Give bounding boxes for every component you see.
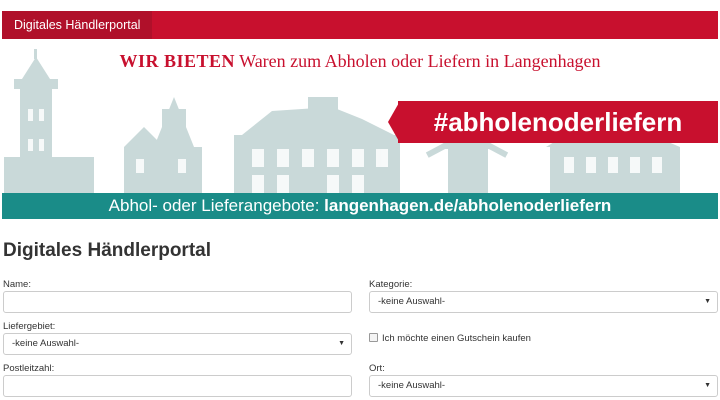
chevron-down-icon: ▼ <box>704 298 711 305</box>
name-input[interactable] <box>3 291 352 313</box>
category-label: Kategorie: <box>369 279 413 290</box>
name-label: Name: <box>3 279 31 290</box>
portal-title[interactable]: Digitales Händlerportal <box>2 11 153 39</box>
banner-headline-bold: WIR BIETEN <box>119 51 235 71</box>
offer-bar: Abhol- oder Lieferangebote: langenhagen.… <box>2 193 718 219</box>
delivery-area-select[interactable]: -keine Auswahl- ▼ <box>3 333 352 355</box>
banner-headline-rest: Waren zum Abholen oder Liefern in Langen… <box>234 51 601 71</box>
chevron-down-icon: ▼ <box>338 340 345 347</box>
delivery-area-label: Liefergebiet: <box>3 321 56 332</box>
banner-headline: WIR BIETEN Waren zum Abholen oder Liefer… <box>2 51 718 72</box>
chevron-down-icon: ▼ <box>704 382 711 389</box>
page-title: Digitales Händlerportal <box>3 240 211 261</box>
top-bar: Digitales Händlerportal <box>2 11 718 39</box>
category-select[interactable]: -keine Auswahl- ▼ <box>369 291 718 313</box>
hashtag-badge: #abholenoderliefern <box>398 101 718 143</box>
offer-link[interactable]: langenhagen.de/abholenoderliefern <box>324 196 611 215</box>
location-select[interactable]: -keine Auswahl- ▼ <box>369 375 718 397</box>
voucher-label: Ich möchte einen Gutschein kaufen <box>382 333 531 344</box>
offer-prefix: Abhol- oder Lieferangebote: <box>108 196 325 215</box>
delivery-area-value: -keine Auswahl- <box>12 338 80 349</box>
voucher-checkbox[interactable] <box>369 333 378 342</box>
postcode-label: Postleitzahl: <box>3 363 55 374</box>
location-value: -keine Auswahl- <box>378 380 446 391</box>
category-value: -keine Auswahl- <box>378 296 446 307</box>
postcode-input[interactable] <box>3 375 352 397</box>
voucher-option[interactable]: Ich möchte einen Gutschein kaufen <box>369 333 531 344</box>
location-label: Ort: <box>369 363 385 374</box>
hero-banner: WIR BIETEN Waren zum Abholen oder Liefer… <box>2 39 718 219</box>
